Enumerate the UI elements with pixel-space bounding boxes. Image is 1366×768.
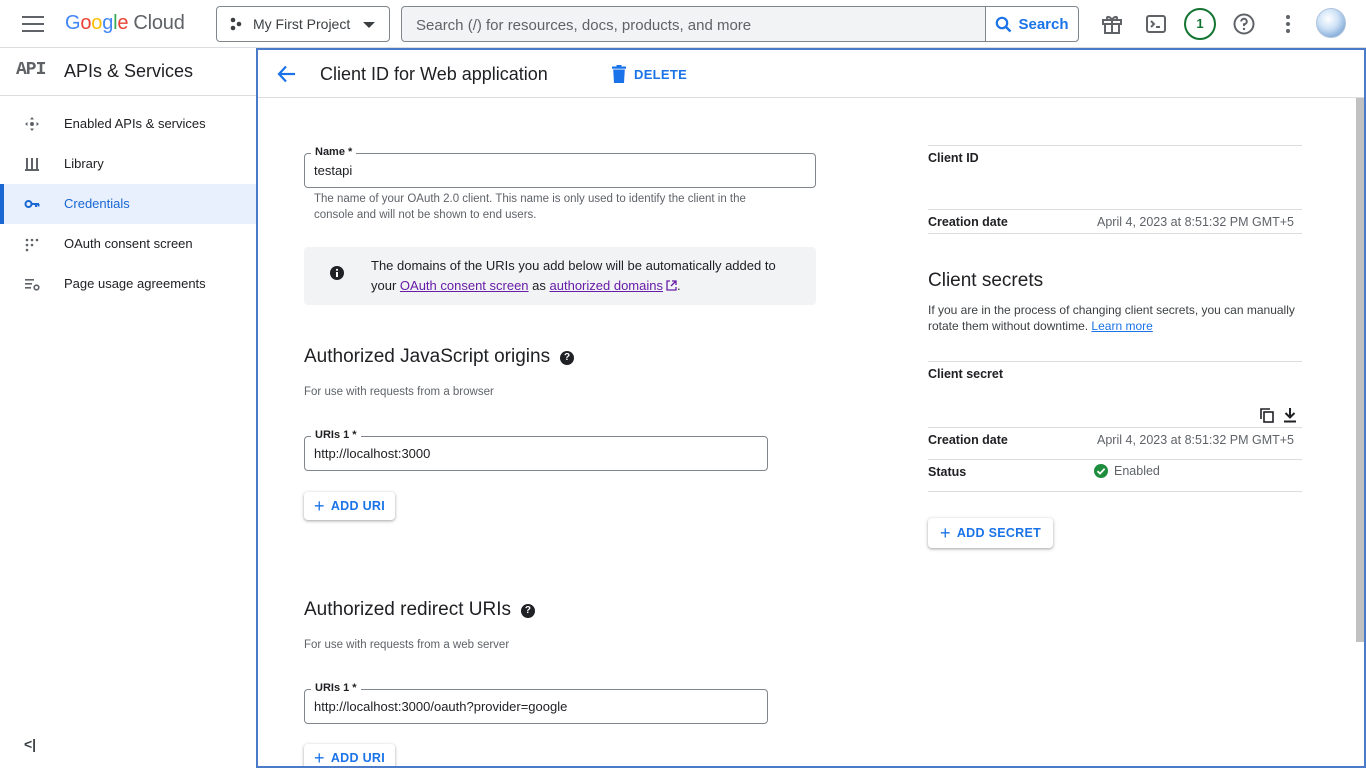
name-input[interactable] bbox=[314, 163, 773, 178]
client-id-label: Client ID bbox=[928, 151, 979, 165]
trash-icon bbox=[612, 65, 626, 83]
apis-services-icon bbox=[25, 117, 39, 131]
js-origin-uri-field[interactable]: URIs 1 * bbox=[304, 429, 768, 471]
divider bbox=[928, 145, 1302, 146]
project-name: My First Project bbox=[253, 16, 351, 32]
secret-creation-date-value: April 4, 2023 at 8:51:32 PM GMT+5 bbox=[1097, 433, 1294, 447]
download-icon[interactable] bbox=[1283, 407, 1297, 423]
redirect-uri-label: URIs 1 * bbox=[311, 682, 361, 694]
main-panel: Client ID for Web application DELETE Nam… bbox=[256, 48, 1366, 768]
redirect-uri-input[interactable] bbox=[314, 699, 730, 714]
help-icon[interactable] bbox=[1232, 12, 1256, 36]
info-icon bbox=[330, 266, 344, 280]
authorized-domains-link[interactable]: authorized domains bbox=[550, 278, 663, 293]
collapse-sidebar-icon[interactable]: <| bbox=[24, 736, 36, 752]
chevron-down-icon bbox=[363, 22, 375, 28]
notifications-badge[interactable]: 1 bbox=[1184, 8, 1216, 40]
scrollbar[interactable] bbox=[1356, 98, 1364, 642]
redirect-uris-subtitle: For use with requests from a web server bbox=[304, 639, 510, 651]
sidebar-item-oauth-consent[interactable]: OAuth consent screen bbox=[0, 224, 256, 264]
add-js-origin-button[interactable]: + ADD URI bbox=[304, 492, 395, 520]
google-cloud-logo[interactable]: Google Cloud bbox=[65, 12, 185, 35]
divider bbox=[928, 459, 1302, 460]
sidebar-item-credentials[interactable]: Credentials bbox=[0, 184, 256, 224]
help-icon[interactable]: ? bbox=[560, 351, 575, 365]
sidebar-item-library[interactable]: Library bbox=[0, 144, 256, 184]
js-origin-uri-input[interactable] bbox=[314, 446, 730, 461]
copy-icon[interactable] bbox=[1260, 408, 1274, 423]
secret-creation-date-label: Creation date bbox=[928, 433, 1008, 447]
creation-date-label: Creation date bbox=[928, 215, 1008, 229]
delete-button[interactable]: DELETE bbox=[612, 62, 687, 86]
redirect-uris-title: Authorized redirect URIs? bbox=[304, 599, 535, 621]
top-bar: GoogleCloud My First Project Search 1 bbox=[0, 0, 1366, 48]
divider bbox=[928, 491, 1302, 492]
external-link-icon bbox=[666, 280, 677, 291]
learn-more-link[interactable]: Learn more bbox=[1091, 319, 1152, 333]
name-field[interactable]: Name * bbox=[304, 146, 816, 188]
divider bbox=[928, 209, 1302, 210]
consent-icon bbox=[25, 238, 39, 252]
info-text: The domains of the URIs you add below wi… bbox=[371, 258, 776, 293]
page-title: Client ID for Web application bbox=[320, 64, 548, 84]
client-secrets-title: Client secrets bbox=[928, 270, 1044, 291]
divider bbox=[928, 427, 1302, 428]
name-hint: The name of your OAuth 2.0 client. This … bbox=[314, 193, 746, 221]
search-icon bbox=[996, 16, 1012, 32]
settings-list-icon bbox=[25, 279, 40, 291]
plus-icon: + bbox=[940, 523, 951, 543]
back-arrow-icon[interactable] bbox=[276, 63, 298, 85]
name-field-label: Name * bbox=[311, 146, 357, 158]
sidebar-item-label: Library bbox=[64, 156, 104, 171]
sidebar-header: API APIs & Services bbox=[0, 48, 256, 96]
search-bar: Search bbox=[401, 6, 1079, 42]
creation-date-value: April 4, 2023 at 8:51:32 PM GMT+5 bbox=[1097, 215, 1294, 229]
sidebar-item-label: Page usage agreements bbox=[64, 276, 206, 291]
sidebar: API APIs & Services Enabled APIs & servi… bbox=[0, 48, 256, 768]
sidebar-item-label: Enabled APIs & services bbox=[64, 116, 206, 131]
divider bbox=[928, 361, 1302, 362]
oauth-consent-link[interactable]: OAuth consent screen bbox=[400, 278, 529, 293]
redirect-uri-field[interactable]: URIs 1 * bbox=[304, 682, 768, 724]
search-button[interactable]: Search bbox=[985, 7, 1078, 41]
search-input[interactable] bbox=[416, 15, 976, 35]
divider bbox=[928, 233, 1302, 234]
more-vert-icon[interactable] bbox=[1276, 12, 1300, 36]
sidebar-item-label: Credentials bbox=[64, 196, 130, 211]
cloud-shell-icon[interactable] bbox=[1144, 12, 1168, 36]
js-origins-title: Authorized JavaScript origins? bbox=[304, 346, 575, 368]
sidebar-item-label: OAuth consent screen bbox=[64, 236, 193, 251]
sidebar-item-enabled-apis[interactable]: Enabled APIs & services bbox=[0, 104, 256, 144]
check-circle-icon bbox=[1094, 464, 1108, 478]
project-dots-icon bbox=[230, 17, 242, 31]
hamburger-menu-icon[interactable] bbox=[22, 15, 44, 33]
add-redirect-uri-button[interactable]: + ADD URI bbox=[304, 744, 395, 768]
status-label: Status bbox=[928, 465, 967, 479]
sidebar-item-page-usage[interactable]: Page usage agreements bbox=[0, 264, 256, 304]
help-icon[interactable]: ? bbox=[520, 604, 535, 618]
key-icon bbox=[24, 200, 40, 208]
project-selector[interactable]: My First Project bbox=[216, 6, 390, 42]
api-logo: API bbox=[16, 60, 46, 80]
client-secrets-description: If you are in the process of changing cl… bbox=[928, 303, 1295, 333]
add-secret-button[interactable]: + ADD SECRET bbox=[928, 518, 1054, 548]
js-origins-subtitle: For use with requests from a browser bbox=[304, 386, 494, 398]
client-secret-label: Client secret bbox=[928, 367, 1004, 381]
page-header: Client ID for Web application DELETE bbox=[258, 50, 1364, 98]
plus-icon: + bbox=[314, 748, 325, 768]
js-origin-uri-label: URIs 1 * bbox=[311, 429, 361, 441]
avatar[interactable] bbox=[1316, 8, 1346, 38]
plus-icon: + bbox=[314, 496, 325, 516]
sidebar-title: APIs & Services bbox=[64, 61, 194, 81]
gift-icon[interactable] bbox=[1100, 12, 1124, 36]
library-icon bbox=[25, 158, 39, 171]
status-badge: Enabled bbox=[1094, 464, 1160, 478]
info-banner: The domains of the URIs you add below wi… bbox=[304, 247, 816, 305]
